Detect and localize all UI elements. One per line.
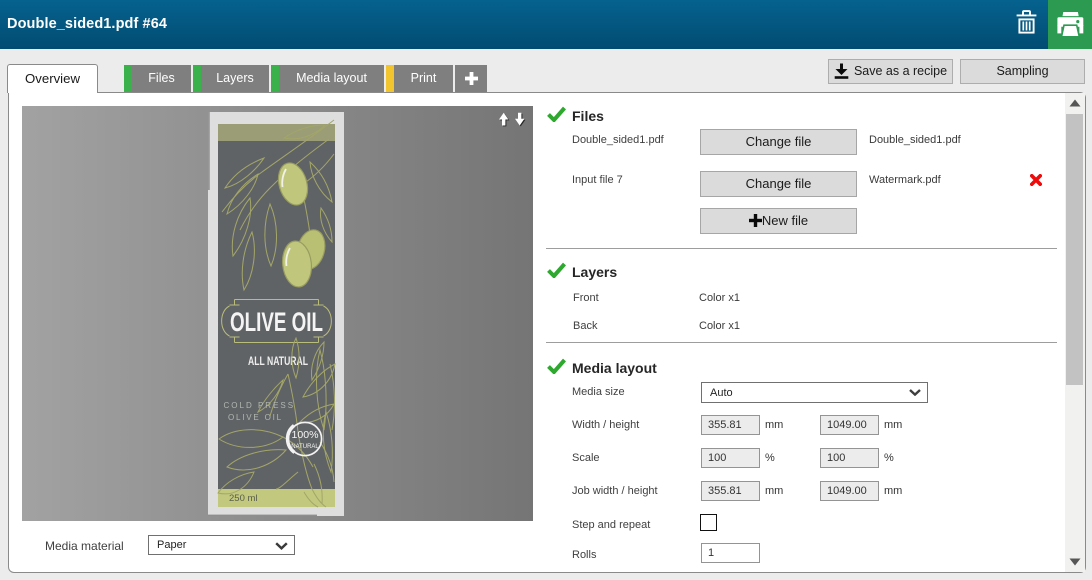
svg-text:100%: 100%	[292, 429, 319, 441]
svg-text:250 ml: 250 ml	[229, 493, 258, 504]
svg-text:NATURAL: NATURAL	[291, 443, 319, 450]
svg-text:OLIVE OIL: OLIVE OIL	[228, 413, 283, 422]
svg-text:COLD PRESS: COLD PRESS	[224, 401, 296, 410]
svg-text:OLIVE OIL: OLIVE OIL	[230, 307, 323, 337]
